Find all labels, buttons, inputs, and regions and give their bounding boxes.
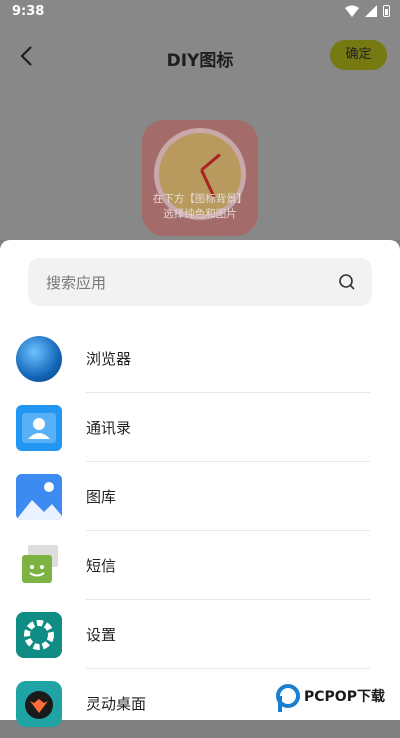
watermark-text: PCPOP下载 [304, 689, 385, 705]
app-label: 灵动桌面 [86, 695, 147, 713]
lingdong-desktop-icon [16, 681, 62, 727]
preview-hint-line1: 在下方【图标背景】 [152, 193, 248, 205]
app-label: 设置 [86, 626, 117, 644]
icon-preview: 在下方【图标背景】 选择纯色和图片 [142, 120, 258, 236]
app-list: 浏览器 通讯录 图库 短信 设置 灵动桌面 [0, 324, 400, 738]
background-page: 9:38 DIY图标 确定 在下方【图标背景】 选择纯色和图片 [0, 0, 400, 240]
preview-hint: 在下方【图标背景】 选择纯色和图片 [142, 192, 258, 222]
app-label: 浏览器 [86, 350, 132, 368]
gallery-icon [16, 474, 62, 520]
status-bar: 9:38 [0, 0, 400, 24]
browser-icon [16, 336, 62, 382]
app-label: 图库 [86, 488, 117, 506]
settings-icon [16, 612, 62, 658]
app-label: 通讯录 [86, 419, 132, 437]
top-bar: DIY图标 确定 [0, 34, 400, 78]
status-time: 9:38 [12, 4, 45, 19]
sms-icon [22, 545, 58, 583]
app-picker-sheet: 搜索应用 浏览器 通讯录 图库 短信 设置 灵动桌面 [0, 240, 400, 727]
app-item-contacts[interactable]: 通讯录 [0, 393, 400, 462]
pcpop-logo-icon [276, 684, 300, 712]
battery-icon [383, 5, 390, 17]
app-item-sms[interactable]: 短信 [0, 531, 400, 600]
watermark: PCPOP下载 [272, 680, 400, 720]
preview-hint-line2: 选择纯色和图片 [163, 208, 237, 220]
search-field[interactable]: 搜索应用 [28, 258, 372, 306]
search-icon[interactable] [338, 273, 356, 291]
app-label: 短信 [86, 557, 117, 575]
search-input[interactable]: 搜索应用 [46, 272, 106, 293]
app-item-gallery[interactable]: 图库 [0, 462, 400, 531]
contacts-icon [16, 405, 62, 451]
app-item-browser[interactable]: 浏览器 [0, 324, 400, 393]
status-icons [345, 5, 390, 17]
wifi-icon [345, 5, 359, 17]
app-item-settings[interactable]: 设置 [0, 600, 400, 669]
confirm-button[interactable]: 确定 [330, 40, 387, 70]
signal-icon [365, 5, 377, 17]
